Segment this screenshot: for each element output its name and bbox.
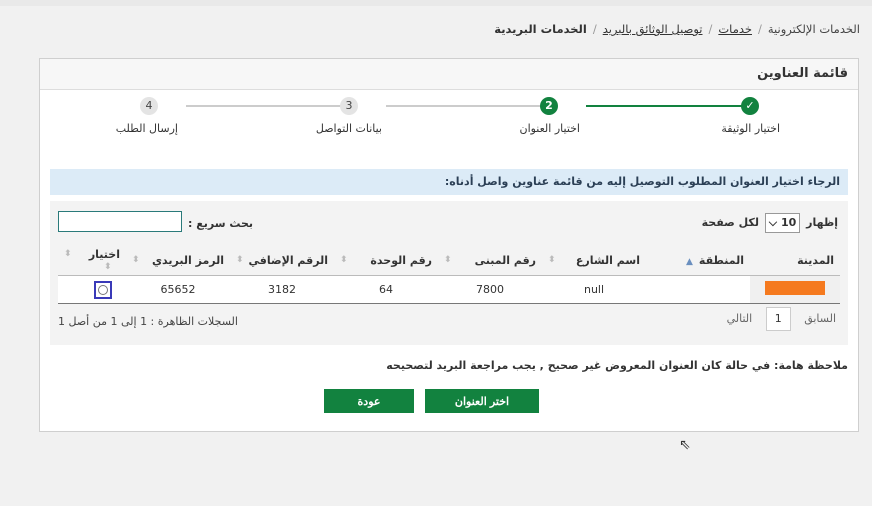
stepper: ✓ اختيار الوثيقة 2 اختيار العنوان 3 بيان… (40, 97, 860, 147)
sort-icon: ⬍ (64, 249, 72, 259)
col-header-additional[interactable]: الرقم الإضافي ⬍ (230, 245, 334, 276)
records-info: السجلات الظاهرة : 1 إلى 1 من أصل 1 (58, 315, 238, 328)
quick-search-input[interactable] (58, 211, 182, 232)
important-note: ملاحظة هامة: في حالة كان العنوان المعروض… (386, 359, 848, 372)
top-bar (0, 0, 872, 6)
select-address-radio[interactable] (94, 280, 112, 299)
step-3-circle: 3 (340, 97, 358, 115)
city-highlight (765, 281, 825, 295)
step-connector (186, 105, 346, 107)
pagination-previous[interactable]: السابق (804, 312, 836, 325)
breadcrumb-separator: / (592, 22, 597, 36)
pagination: السابق 1 التالي (727, 307, 836, 331)
address-table-area: إظهار 10 ⌵ لكل صفحة بحث سريع : المدينة ا… (50, 201, 848, 345)
step-connector (386, 105, 546, 107)
sort-icon: ⬍ (340, 254, 348, 265)
breadcrumb: الخدمات الإلكترونية / خدمات / توصيل الوثائق … (494, 22, 860, 36)
breadcrumb-home[interactable]: الخدمات الإلكترونية (768, 22, 860, 36)
cell-street: null (542, 275, 646, 304)
step-1-check-icon: ✓ (741, 97, 759, 115)
col-header-unit[interactable]: رقم الوحدة ⬍ (334, 245, 438, 276)
col-header-building[interactable]: رقم المبنى ⬍ (438, 245, 542, 276)
col-header-select[interactable]: اختيار ⬍ ⬍ (58, 245, 126, 276)
step-4-label: إرسال الطلب (115, 122, 178, 135)
col-header-label: الرقم الإضافي (248, 253, 328, 267)
breadcrumb-services-link[interactable]: خدمات (718, 22, 752, 36)
breadcrumb-separator: / (708, 22, 713, 36)
step-3-label: بيانات التواصل (315, 122, 382, 135)
sort-icon: ⬍ (444, 254, 452, 265)
col-header-label: المدينة (797, 253, 834, 267)
col-header-label: رقم المبنى (474, 253, 536, 267)
address-table: المدينة المنطقة ▲ اسم الشارع ⬍ رقم المبنى ⬍… (58, 245, 840, 304)
col-header-street[interactable]: اسم الشارع ⬍ (542, 245, 646, 276)
pagination-page-1[interactable]: 1 (765, 307, 791, 331)
col-header-label: رقم الوحدة (370, 253, 432, 267)
sort-icon: ⬍ (548, 254, 556, 265)
step-connector-done (586, 105, 746, 107)
step-2-circle: 2 (540, 97, 558, 115)
address-list-panel: قائمة العناوين ✓ اختيار الوثيقة 2 اختيار… (39, 58, 859, 432)
page-size-value: 10 (780, 216, 797, 229)
breadcrumb-delivery-link[interactable]: توصيل الوثائق بالبريد (603, 22, 703, 36)
page-size-select[interactable]: 10 ⌵ (764, 213, 801, 233)
table-row: null 7800 64 3182 65652 (58, 275, 840, 304)
sort-asc-icon: ▲ (686, 256, 693, 267)
table-header-row: المدينة المنطقة ▲ اسم الشارع ⬍ رقم المبنى ⬍… (58, 245, 840, 276)
cell-unit: 64 (334, 275, 438, 304)
col-header-city[interactable]: المدينة (750, 245, 840, 276)
cell-select (58, 275, 126, 304)
col-header-label: المنطقة (698, 253, 744, 267)
quick-search-label: بحث سريع : (188, 217, 254, 230)
radio-circle-icon (98, 284, 108, 295)
panel-title: قائمة العناوين (40, 59, 858, 90)
cell-additional: 3182 (230, 275, 334, 304)
col-header-label: اسم الشارع (575, 253, 640, 267)
step-4-circle: 4 (140, 97, 158, 115)
sort-icon: ⬍ (132, 254, 140, 265)
instruction-message: الرجاء اختيار العنوان المطلوب التوصيل إل… (50, 169, 848, 195)
chevron-down-icon: ⌵ (768, 216, 778, 229)
sort-icon: ⬍ (236, 254, 244, 265)
step-1-label: اختيار الوثيقة (721, 122, 780, 135)
show-prefix: إظهار (806, 216, 838, 229)
choose-address-button[interactable]: اختر العنوان (425, 389, 539, 413)
cell-region (646, 275, 750, 304)
show-suffix: لكل صفحة (701, 216, 759, 229)
col-header-region[interactable]: المنطقة ▲ (646, 245, 750, 276)
breadcrumb-separator: / (758, 22, 762, 36)
pagination-next[interactable]: التالي (727, 312, 753, 325)
col-header-label: اختيار (88, 248, 120, 261)
col-header-label: الرمز البريدي (151, 253, 224, 267)
col-header-postal[interactable]: الرمز البريدي ⬍ (126, 245, 230, 276)
step-2-label: اختيار العنوان (519, 122, 580, 135)
cell-city (750, 275, 840, 304)
back-button[interactable]: عودة (324, 389, 414, 413)
breadcrumb-current: الخدمات البريدية (494, 22, 587, 36)
sort-icon: ⬍ (104, 262, 112, 272)
page-size-control: إظهار 10 ⌵ لكل صفحة (702, 213, 838, 233)
cell-postal: 65652 (126, 275, 230, 304)
mouse-cursor-icon: ⇖ (679, 437, 691, 453)
cell-building: 7800 (438, 275, 542, 304)
